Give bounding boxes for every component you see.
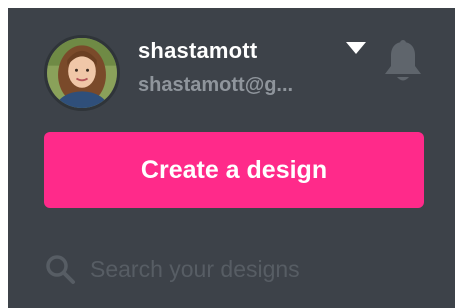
search-input[interactable] — [90, 255, 424, 283]
search-bar — [44, 251, 424, 287]
create-design-button[interactable]: Create a design — [44, 132, 424, 208]
account-menu-toggle[interactable] — [344, 38, 368, 58]
account-panel: shastamott shastamott@g... Create a desi… — [8, 8, 455, 308]
search-icon — [46, 255, 75, 284]
avatar[interactable] — [44, 35, 120, 111]
notifications-button[interactable] — [382, 40, 424, 84]
email: shastamott@g... — [138, 74, 294, 96]
username: shastamott — [138, 38, 258, 63]
avatar-photo — [47, 38, 117, 108]
caret-down-icon — [346, 42, 366, 54]
bell-icon — [385, 40, 421, 81]
